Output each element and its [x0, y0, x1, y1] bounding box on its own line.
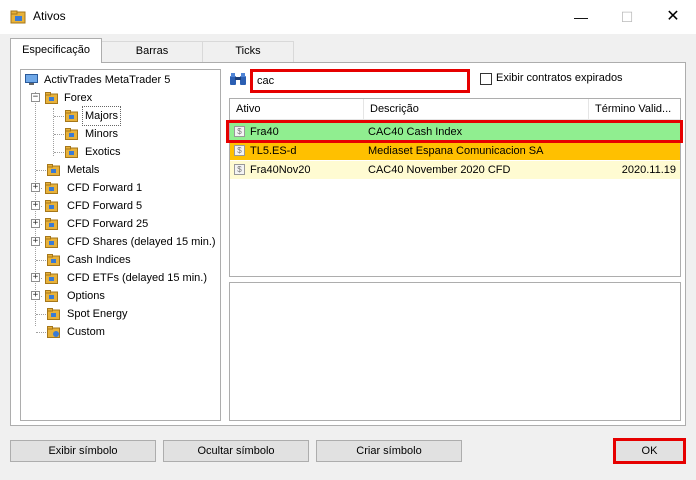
tree-item-cfd-forward-25[interactable]: + CFD Forward 25	[31, 215, 217, 233]
search-input[interactable]	[250, 69, 470, 93]
symbol-icon: $	[234, 164, 245, 175]
maximize-button[interactable]: ☐	[604, 0, 650, 34]
tree-item-cfd-shares[interactable]: + CFD Shares (delayed 15 min.)	[31, 233, 220, 251]
binoculars-icon	[230, 73, 246, 85]
table-row[interactable]: $ TL5.ES-d Mediaset Espana Comunicacion …	[230, 142, 680, 160]
tree-item-majors[interactable]: Majors	[65, 106, 127, 126]
folder-icon	[65, 110, 78, 122]
folder-icon	[47, 164, 60, 176]
ok-button[interactable]: OK	[613, 438, 686, 464]
folder-icon	[45, 290, 58, 302]
column-header-termino[interactable]: Término Valid...	[589, 99, 680, 120]
table-row[interactable]: $ Fra40Nov20 CAC40 November 2020 CFD 202…	[230, 161, 680, 179]
expand-icon[interactable]: +	[31, 201, 40, 210]
create-symbol-button[interactable]: Criar símbolo	[316, 440, 462, 462]
expand-icon[interactable]: +	[31, 291, 40, 300]
folder-icon	[45, 92, 58, 104]
column-header-descricao[interactable]: Descrição	[364, 99, 589, 120]
title-bar: Ativos — ☐ ✕	[0, 0, 696, 34]
folder-icon	[65, 128, 78, 140]
window-title: Ativos	[33, 9, 66, 23]
folder-icon	[10, 10, 26, 24]
folder-icon	[45, 272, 58, 284]
tab-barras[interactable]: Barras	[101, 41, 203, 62]
show-symbol-button[interactable]: Exibir símbolo	[10, 440, 156, 462]
computer-icon	[25, 74, 38, 85]
tree-item-minors[interactable]: Minors	[65, 125, 215, 143]
tab-especificacao[interactable]: Especificação	[10, 38, 102, 63]
folder-icon	[45, 218, 58, 230]
symbol-tree[interactable]: ActivTrades MetaTrader 5 − Forex Majors …	[20, 69, 221, 421]
show-expired-checkbox[interactable]	[480, 73, 492, 85]
folder-icon	[45, 200, 58, 212]
expand-icon[interactable]: +	[31, 237, 40, 246]
expand-icon[interactable]: +	[31, 273, 40, 282]
folder-icon	[65, 146, 78, 158]
symbol-icon: $	[234, 145, 245, 156]
tree-item-cfd-forward-1[interactable]: + CFD Forward 1	[31, 179, 217, 197]
tree-root-label: ActivTrades MetaTrader 5	[44, 74, 171, 86]
show-expired-label: Exibir contratos expirados	[496, 72, 623, 84]
tree-item-cash-indices[interactable]: Cash Indices	[47, 251, 217, 269]
tab-ticks[interactable]: Ticks	[202, 41, 294, 62]
minimize-button[interactable]: —	[558, 0, 604, 34]
tree-item-options[interactable]: + Options	[31, 287, 217, 305]
custom-folder-icon	[47, 326, 60, 338]
tree-item-cfd-forward-5[interactable]: + CFD Forward 5	[31, 197, 217, 215]
collapse-icon[interactable]: −	[31, 93, 40, 102]
tree-item-spot-energy[interactable]: Spot Energy	[47, 305, 217, 323]
tree-item-forex[interactable]: − Forex	[31, 89, 220, 107]
folder-icon	[45, 236, 58, 248]
tree-item-custom[interactable]: Custom	[47, 323, 217, 341]
symbol-details-panel	[229, 282, 681, 421]
tree-item-exotics[interactable]: Exotics	[65, 143, 215, 161]
folder-icon	[45, 182, 58, 194]
tree-item-metals[interactable]: Metals	[47, 161, 217, 179]
expand-icon[interactable]: +	[31, 219, 40, 228]
tree-item-cfd-etfs[interactable]: + CFD ETFs (delayed 15 min.)	[31, 269, 220, 287]
tree-root[interactable]: ActivTrades MetaTrader 5	[25, 71, 220, 89]
column-header-ativo[interactable]: Ativo	[230, 99, 364, 120]
close-button[interactable]: ✕	[650, 0, 696, 34]
row-highlight-annotation	[226, 120, 683, 143]
folder-icon	[47, 308, 60, 320]
expand-icon[interactable]: +	[31, 183, 40, 192]
folder-icon	[47, 254, 60, 266]
hide-symbol-button[interactable]: Ocultar símbolo	[163, 440, 309, 462]
